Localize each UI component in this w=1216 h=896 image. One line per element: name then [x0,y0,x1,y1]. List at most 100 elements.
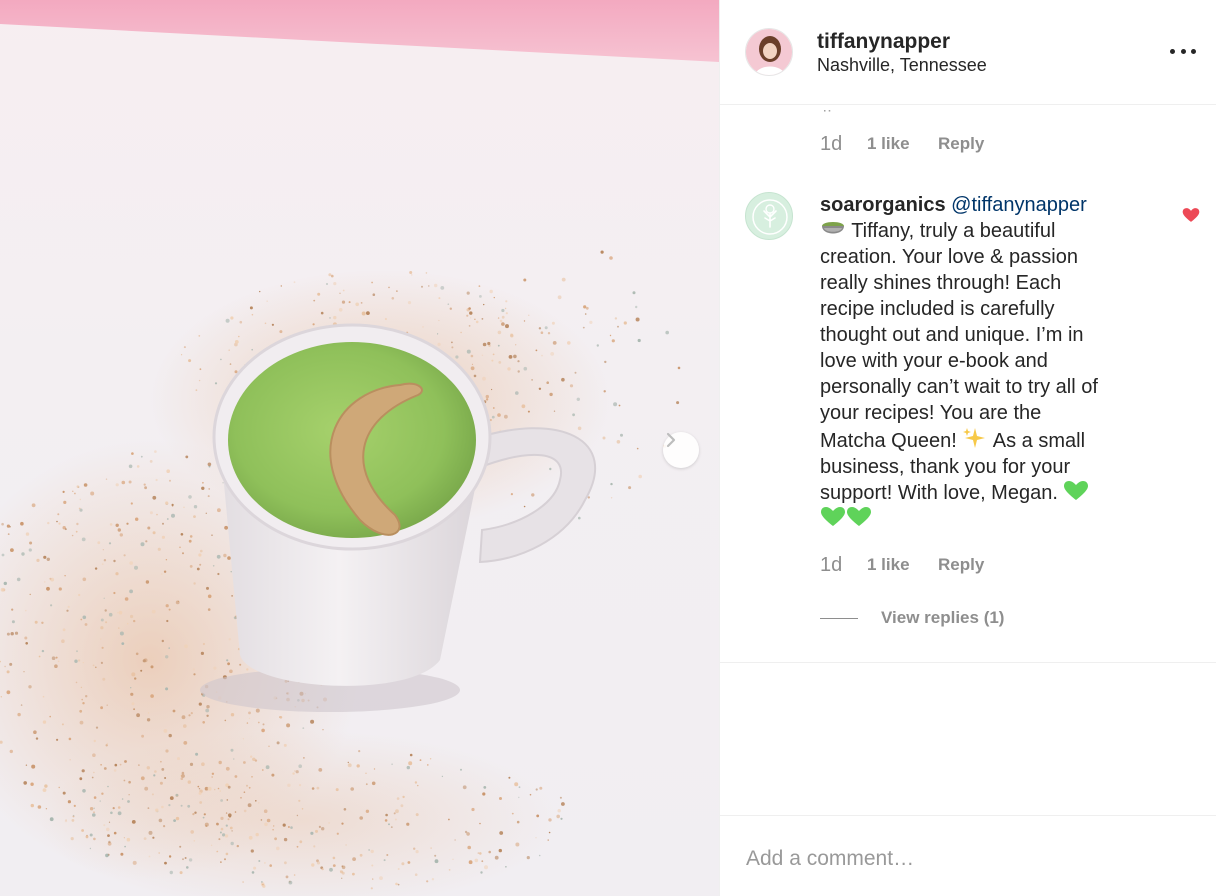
glitter-speck [129,561,133,565]
glitter-speck [251,313,254,316]
glitter-speck [352,872,355,876]
glitter-speck [46,586,50,591]
glitter-speck [117,806,121,809]
glitter-speck [166,619,169,623]
glitter-speck [311,863,315,867]
glitter-speck [147,712,150,714]
glitter-speck [414,873,418,876]
glitter-speck [25,642,29,645]
comment-line: your recipes! You are the [820,402,1042,424]
glitter-speck [343,808,347,811]
glitter-speck [602,436,606,440]
reply-button[interactable]: Reply [938,134,984,154]
profile-avatar[interactable] [745,28,793,76]
glitter-speck [401,862,405,866]
glitter-speck [610,482,613,486]
glitter-speck [79,498,82,501]
glitter-speck [9,749,13,754]
post-location[interactable]: Nashville, Tennessee [817,55,987,76]
glitter-speck [609,256,613,260]
glitter-speck [261,881,263,883]
glitter-speck [62,490,65,493]
glitter-speck [6,690,11,695]
glitter-speck [497,317,500,319]
comment-username[interactable]: soarorganics [820,194,946,216]
glitter-speck [56,738,59,741]
commenter-avatar[interactable] [745,192,793,240]
comment-likes[interactable]: 1 like [867,555,938,575]
glitter-speck [197,785,200,788]
glitter-speck [238,335,240,338]
glitter-speck [33,730,37,734]
glitter-speck [409,271,413,274]
glitter-speck [16,577,21,582]
glitter-speck [482,792,486,796]
glitter-speck [341,822,344,825]
glitter-speck [21,552,25,556]
glitter-speck [168,855,172,858]
glitter-speck [150,665,154,669]
comments-list[interactable]: ˜ ̣ ̣ 1d 1 like Reply soarorganics @tiff… [720,106,1216,662]
glitter-speck [466,832,470,836]
glitter-speck [279,330,283,334]
glitter-speck [254,759,258,762]
glitter-speck [82,789,86,793]
glitter-speck [14,631,19,635]
glitter-speck [517,360,520,363]
glitter-speck [242,738,244,740]
glitter-speck [515,391,519,395]
add-comment-input[interactable] [746,844,1186,874]
glitter-speck [118,610,123,615]
glitter-speck [57,660,60,663]
glitter-speck [47,521,50,525]
glitter-speck [379,876,383,880]
next-photo-button[interactable] [663,432,699,468]
glitter-speck [79,777,83,781]
glitter-speck [317,292,321,296]
glitter-speck [93,811,95,813]
glitter-speck [160,573,163,575]
glitter-speck [419,759,422,761]
glitter-speck [310,719,315,724]
glitter-speck [415,850,419,854]
scrolled-text-fragment: ˜ ̣ ̣ [820,106,835,114]
glitter-speck [462,785,467,790]
glitter-speck [516,820,520,824]
comment-like-button[interactable] [1182,206,1200,224]
more-options-icon[interactable] [1170,40,1196,62]
glitter-speck [335,788,339,792]
glitter-speck [501,308,505,313]
glitter-speck [206,586,209,590]
glitter-speck [350,787,355,791]
glitter-speck [272,829,274,831]
glitter-speck [497,344,500,347]
glitter-speck [44,784,48,788]
glitter-speck [103,597,105,599]
glitter-speck [402,795,405,799]
glitter-speck [175,600,180,605]
glitter-speck [217,787,220,790]
post-author-username[interactable]: tiffanynapper [817,30,950,54]
reply-button[interactable]: Reply [938,555,984,575]
glitter-speck [219,790,221,792]
glitter-speck [559,796,562,799]
comment-mention[interactable]: @tiffanynapper [951,194,1087,216]
glitter-speck [665,330,669,335]
glitter-speck [134,677,137,680]
glitter-speck [42,695,45,698]
glitter-speck [246,784,248,787]
view-replies-button[interactable]: View replies (1) [820,606,1004,630]
glitter-speck [169,870,173,875]
glitter-speck [258,860,261,862]
glitter-speck [31,764,36,769]
glitter-speck [491,359,494,362]
glitter-speck [582,326,585,329]
glitter-speck [347,763,352,768]
green-heart-icon [1064,481,1089,500]
glitter-speck [79,720,84,725]
glitter-speck [198,788,201,790]
comment-likes[interactable]: 1 like [867,134,938,154]
glitter-speck [246,668,249,671]
glitter-speck [535,349,538,352]
glitter-speck [222,833,226,837]
